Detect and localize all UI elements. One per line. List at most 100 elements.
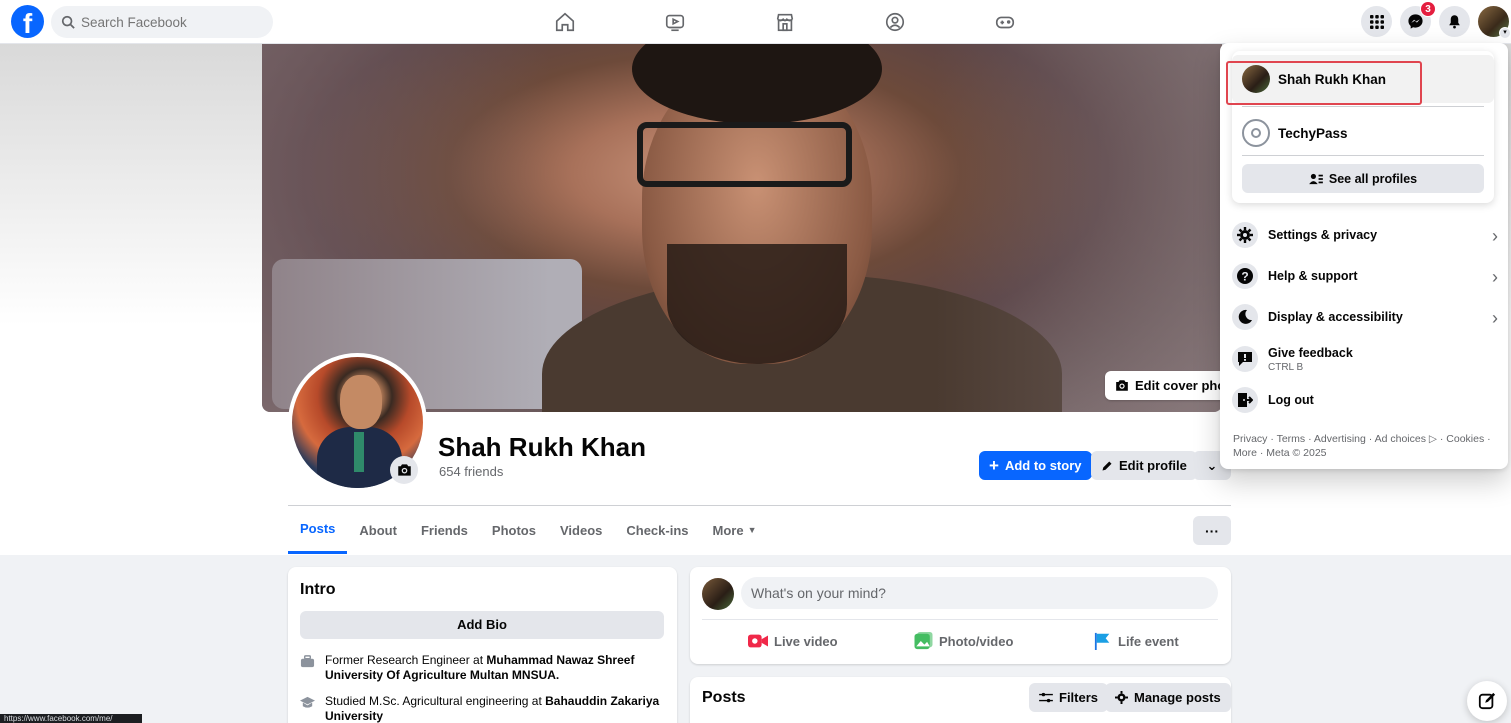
nav-gaming[interactable] xyxy=(950,0,1060,44)
menu-give-feedback[interactable]: Give feedback CTRL B xyxy=(1232,340,1498,378)
manage-posts-button[interactable]: Manage posts xyxy=(1105,683,1231,712)
update-profile-picture-button[interactable] xyxy=(390,456,418,484)
profile-option-techypass[interactable]: TechyPass xyxy=(1232,109,1494,157)
profile-name: Shah Rukh Khan xyxy=(438,432,647,462)
facebook-logo[interactable]: f xyxy=(11,5,44,38)
tab-photos[interactable]: Photos xyxy=(480,506,548,554)
tab-check-ins[interactable]: Check-ins xyxy=(614,506,700,554)
tab-about[interactable]: About xyxy=(347,506,409,554)
profiles-icon xyxy=(1309,173,1323,184)
highlight-annotation-box xyxy=(1226,61,1422,105)
camera-icon xyxy=(1116,380,1128,391)
menu-settings-privacy[interactable]: Settings & privacy › xyxy=(1232,216,1498,254)
groups-icon xyxy=(885,12,905,32)
photo-video-button[interactable]: Photo/video xyxy=(914,629,1013,653)
ellipsis-icon: ··· xyxy=(1205,522,1219,539)
posts-header-card: Posts Filters Manage posts xyxy=(690,677,1231,723)
tab-videos[interactable]: Videos xyxy=(548,506,614,554)
profile-option-name: TechyPass xyxy=(1278,125,1348,141)
chevron-right-icon: › xyxy=(1492,226,1498,246)
profile-options-button[interactable]: ··· xyxy=(1193,516,1231,545)
tab-posts[interactable]: Posts xyxy=(288,506,348,554)
chevron-right-icon: › xyxy=(1492,308,1498,328)
techypass-logo-mark xyxy=(1251,128,1261,138)
top-navigation-bar: f 3 ▾ xyxy=(0,0,1511,44)
menu-item-text: Give feedback CTRL B xyxy=(1268,346,1353,373)
edit-profile-button[interactable]: Edit profile xyxy=(1091,451,1197,480)
menu-footer-links: Privacy · Terms · Advertising · Ad choic… xyxy=(1233,432,1497,460)
manage-posts-label: Manage posts xyxy=(1134,690,1221,705)
intro-title: Intro xyxy=(300,581,336,598)
nav-groups[interactable] xyxy=(840,0,950,44)
profile-tabs: Posts About Friends Photos Videos Check-… xyxy=(288,506,769,554)
footer-links-line2[interactable]: More · Meta © 2025 xyxy=(1233,447,1327,459)
profile-pic-head xyxy=(340,375,382,429)
cover-photo[interactable] xyxy=(262,44,1222,412)
intro-work-text: Former Research Engineer at Muhammad Naw… xyxy=(325,653,660,683)
intro-work-prefix: Former Research Engineer at xyxy=(325,653,487,667)
friends-count[interactable]: 654 friends xyxy=(439,464,503,479)
tab-more-label: More xyxy=(712,522,744,538)
add-to-story-label: Add to story xyxy=(1004,458,1082,473)
menu-button[interactable] xyxy=(1361,6,1392,37)
messenger-badge: 3 xyxy=(1420,1,1436,17)
plus-icon: + xyxy=(989,456,999,475)
intro-work-row: Former Research Engineer at Muhammad Naw… xyxy=(300,653,660,683)
menu-help-support[interactable]: ? Help & support › xyxy=(1232,257,1498,295)
whats-on-your-mind-input[interactable]: What's on your mind? xyxy=(741,577,1218,609)
composer-avatar[interactable] xyxy=(702,578,734,610)
messenger-icon xyxy=(1408,14,1423,29)
live-video-label: Live video xyxy=(774,633,838,649)
logout-icon xyxy=(1232,387,1258,413)
gaming-icon xyxy=(995,16,1015,29)
bell-icon xyxy=(1449,15,1460,29)
menu-display-accessibility[interactable]: Display & accessibility › xyxy=(1232,298,1498,336)
moon-icon xyxy=(1232,304,1258,330)
home-icon xyxy=(555,12,575,32)
add-bio-button[interactable]: Add Bio xyxy=(300,611,664,639)
menu-log-out[interactable]: Log out xyxy=(1232,381,1498,419)
menu-item-label: Log out xyxy=(1268,393,1314,407)
account-avatar-button[interactable]: ▾ xyxy=(1478,6,1511,39)
nav-video[interactable] xyxy=(620,0,730,44)
live-video-button[interactable]: Live video xyxy=(748,629,838,653)
menu-item-label: Settings & privacy xyxy=(1268,228,1378,242)
menu-item-label: Help & support xyxy=(1268,269,1358,283)
cover-overlay xyxy=(262,44,1222,412)
profiles-switcher: Shah Rukh Khan TechyPass See all profile… xyxy=(1226,51,1494,203)
chevron-down-icon: ⌄ xyxy=(1206,457,1218,473)
main-nav xyxy=(510,0,1060,44)
life-event-button[interactable]: Life event xyxy=(1094,629,1179,653)
life-event-label: Life event xyxy=(1118,633,1179,649)
grid-menu-icon xyxy=(1369,14,1384,29)
nav-home[interactable] xyxy=(510,0,620,44)
flag-icon xyxy=(1094,632,1110,650)
new-message-button[interactable] xyxy=(1467,681,1507,721)
add-to-story-button[interactable]: + Add to story xyxy=(979,451,1092,480)
menu-item-shortcut: CTRL B xyxy=(1268,361,1304,373)
techypass-logo xyxy=(1242,119,1270,147)
search-input[interactable] xyxy=(81,14,261,30)
tab-friends[interactable]: Friends xyxy=(409,506,480,554)
see-all-profiles-button[interactable]: See all profiles xyxy=(1242,164,1484,193)
account-menu: Shah Rukh Khan TechyPass See all profile… xyxy=(1220,43,1508,469)
intro-study-row: Studied M.Sc. Agricultural engineering a… xyxy=(300,694,660,723)
tab-more[interactable]: More ▼ xyxy=(701,506,769,554)
notifications-button[interactable] xyxy=(1439,6,1470,37)
gear-icon xyxy=(1232,222,1258,248)
account-controls: 3 ▾ xyxy=(1361,1,1511,39)
nav-marketplace[interactable] xyxy=(730,0,840,44)
gear-icon xyxy=(1115,691,1128,704)
profiles-divider xyxy=(1242,106,1484,107)
filters-button[interactable]: Filters xyxy=(1029,683,1109,712)
search-icon xyxy=(61,15,75,29)
footer-links-line1[interactable]: Privacy · Terms · Advertising · Ad choic… xyxy=(1233,433,1491,445)
messenger-button[interactable]: 3 xyxy=(1400,1,1436,37)
graduation-cap-icon xyxy=(300,696,315,708)
intro-study-prefix: Studied M.Sc. Agricultural engineering a… xyxy=(325,694,546,708)
pencil-icon xyxy=(1102,461,1112,470)
see-all-profiles-label: See all profiles xyxy=(1328,171,1418,186)
search-box[interactable] xyxy=(51,6,273,38)
chevron-right-icon: › xyxy=(1492,267,1498,287)
composer-divider xyxy=(702,619,1218,620)
